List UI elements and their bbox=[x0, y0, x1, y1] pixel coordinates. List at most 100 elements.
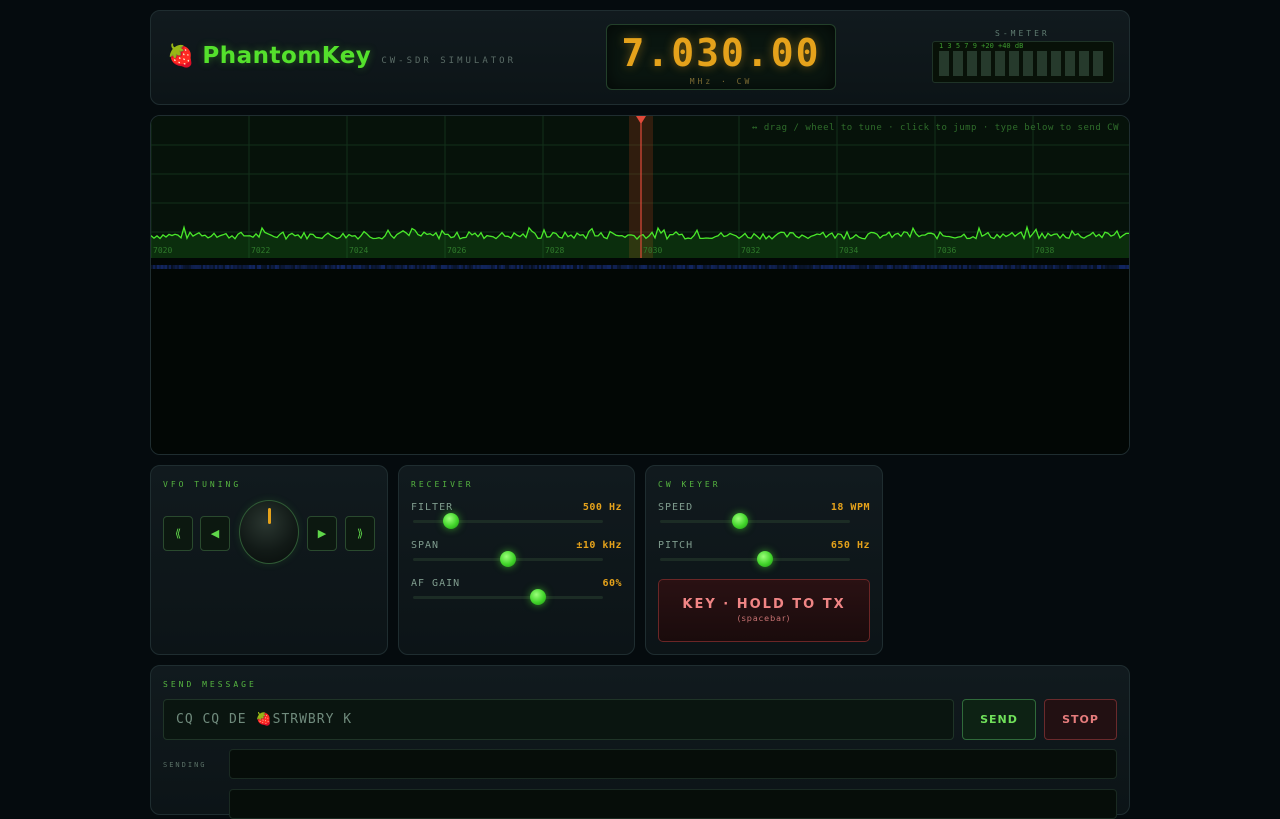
waterfall-row bbox=[751, 265, 753, 269]
stop-button[interactable]: STOP bbox=[1044, 699, 1117, 740]
waterfall-row bbox=[433, 265, 435, 269]
waterfall-row bbox=[543, 265, 545, 269]
waterfall-row bbox=[183, 265, 185, 269]
waterfall-row bbox=[287, 265, 289, 269]
waterfall-row bbox=[919, 265, 921, 269]
waterfall-row bbox=[457, 265, 459, 269]
keyer-title: CW KEYER bbox=[658, 480, 721, 489]
send-button[interactable]: SEND bbox=[962, 699, 1036, 740]
waterfall-row bbox=[749, 265, 751, 269]
tune-up-button[interactable]: ▶ bbox=[307, 516, 337, 551]
waterfall-row bbox=[195, 265, 197, 269]
waterfall-row bbox=[211, 265, 213, 269]
tick-label: 7022 bbox=[251, 246, 271, 255]
waterfall-row bbox=[757, 265, 759, 269]
waterfall-row bbox=[673, 265, 675, 269]
key-tx-label: KEY · HOLD TO TX bbox=[682, 597, 846, 612]
waterfall-row bbox=[577, 265, 579, 269]
tune-fast-down-button[interactable]: ⟪ bbox=[163, 516, 193, 551]
spectrum-waterfall[interactable]: ↔ drag / wheel to tune · click to jump ·… bbox=[150, 115, 1130, 455]
waterfall-row bbox=[587, 265, 589, 269]
waterfall-row bbox=[709, 265, 711, 269]
speed-label: SPEED bbox=[658, 502, 694, 513]
waterfall-row bbox=[683, 265, 685, 269]
waterfall-row bbox=[387, 265, 389, 269]
waterfall-row bbox=[333, 265, 335, 269]
waterfall-row bbox=[417, 265, 419, 269]
waterfall-row bbox=[631, 265, 633, 269]
vfo-panel: VFO TUNING ⟪ ◀ ▶ ⟫ bbox=[150, 465, 388, 655]
waterfall-row bbox=[155, 265, 157, 269]
tick-label: 7036 bbox=[937, 246, 957, 255]
waterfall-row bbox=[787, 265, 789, 269]
smeter-segment bbox=[1023, 51, 1033, 76]
waterfall-row bbox=[769, 265, 771, 269]
waterfall-row bbox=[779, 265, 781, 269]
sending-label: SENDING bbox=[163, 761, 207, 769]
waterfall-row bbox=[1035, 265, 1037, 269]
header-panel: 🍓 PhantomKey CW-SDR SIMULATOR 7.030.00 M… bbox=[150, 10, 1130, 105]
waterfall-row bbox=[993, 265, 995, 269]
message-input[interactable] bbox=[163, 699, 954, 740]
waterfall-row bbox=[685, 265, 687, 269]
waterfall-row bbox=[1071, 265, 1073, 269]
span-slider-thumb[interactable] bbox=[500, 551, 516, 567]
tuning-knob[interactable] bbox=[239, 500, 299, 564]
waterfall-row bbox=[303, 265, 305, 269]
waterfall-row bbox=[619, 265, 621, 269]
waterfall-row bbox=[337, 265, 339, 269]
speed-slider-thumb[interactable] bbox=[731, 513, 748, 529]
waterfall-row bbox=[523, 265, 525, 269]
waterfall-row bbox=[401, 265, 403, 269]
receiver-panel: RECEIVER FILTER 500 Hz SPAN ±10 kHz AF G… bbox=[398, 465, 635, 655]
spectrum-plot[interactable] bbox=[151, 116, 1130, 455]
waterfall-row bbox=[353, 265, 355, 269]
waterfall-row bbox=[1079, 265, 1081, 269]
speed-slider[interactable] bbox=[660, 513, 850, 529]
filter-slider-thumb[interactable] bbox=[443, 513, 459, 529]
waterfall-row bbox=[783, 265, 785, 269]
key-tx-button[interactable]: KEY · HOLD TO TX (spacebar) bbox=[658, 579, 870, 642]
waterfall-row bbox=[657, 265, 659, 269]
tune-fast-up-button[interactable]: ⟫ bbox=[345, 516, 375, 551]
waterfall-row bbox=[697, 265, 699, 269]
waterfall-row bbox=[1107, 265, 1109, 269]
af-gain-slider[interactable] bbox=[413, 589, 603, 605]
waterfall-row bbox=[163, 265, 165, 269]
waterfall-row bbox=[513, 265, 515, 269]
pitch-slider-thumb[interactable] bbox=[756, 551, 773, 567]
waterfall-row bbox=[375, 265, 377, 269]
waterfall-row bbox=[1083, 265, 1085, 269]
waterfall-row bbox=[741, 265, 743, 269]
waterfall-row bbox=[1059, 265, 1061, 269]
tune-down-button[interactable]: ◀ bbox=[200, 516, 230, 551]
waterfall-row bbox=[301, 265, 303, 269]
span-slider[interactable] bbox=[413, 551, 603, 567]
waterfall-row bbox=[475, 265, 477, 269]
waterfall-row bbox=[955, 265, 957, 269]
waterfall-row bbox=[641, 265, 643, 269]
filter-slider[interactable] bbox=[413, 513, 603, 529]
waterfall-row bbox=[237, 265, 239, 269]
waterfall-row bbox=[1129, 265, 1130, 269]
waterfall-row bbox=[843, 265, 845, 269]
waterfall-row bbox=[355, 265, 357, 269]
waterfall-row bbox=[483, 265, 485, 269]
waterfall-row bbox=[947, 265, 949, 269]
waterfall-row bbox=[345, 265, 347, 269]
waterfall-row bbox=[747, 265, 749, 269]
af-gain-slider-thumb[interactable] bbox=[530, 589, 547, 605]
waterfall-row bbox=[651, 265, 653, 269]
waterfall-row bbox=[791, 265, 793, 269]
waterfall-row bbox=[279, 265, 281, 269]
pitch-slider[interactable] bbox=[660, 551, 850, 567]
waterfall-row bbox=[421, 265, 423, 269]
waterfall-row bbox=[197, 265, 199, 269]
waterfall-row bbox=[295, 265, 297, 269]
waterfall-row bbox=[441, 265, 443, 269]
waterfall-row bbox=[423, 265, 425, 269]
waterfall-row bbox=[609, 265, 611, 269]
waterfall-row bbox=[721, 265, 723, 269]
waterfall-row bbox=[471, 265, 473, 269]
frequency-display: 7.030.00 MHz · CW bbox=[606, 24, 836, 90]
